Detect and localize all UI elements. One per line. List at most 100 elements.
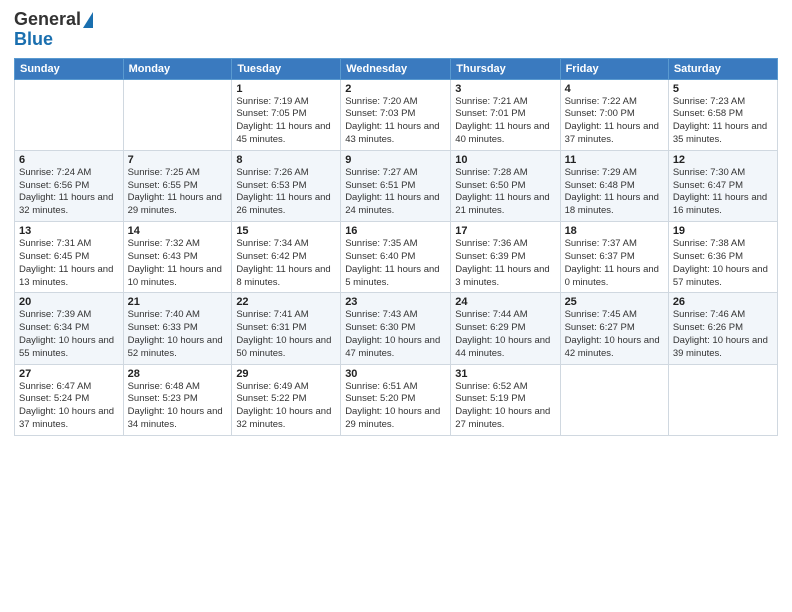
day-info: Sunrise: 7:44 AMSunset: 6:29 PMDaylight:… <box>455 309 555 360</box>
calendar-cell: 9Sunrise: 7:27 AMSunset: 6:51 PMDaylight… <box>341 150 451 221</box>
calendar-cell: 26Sunrise: 7:46 AMSunset: 6:26 PMDayligh… <box>668 293 777 364</box>
day-number: 4 <box>565 83 664 95</box>
calendar-cell: 5Sunrise: 7:23 AMSunset: 6:58 PMDaylight… <box>668 79 777 150</box>
calendar-cell: 11Sunrise: 7:29 AMSunset: 6:48 PMDayligh… <box>560 150 668 221</box>
day-info: Sunrise: 7:45 AMSunset: 6:27 PMDaylight:… <box>565 309 664 360</box>
day-number: 5 <box>673 83 773 95</box>
week-row-4: 27Sunrise: 6:47 AMSunset: 5:24 PMDayligh… <box>15 364 778 435</box>
day-number: 6 <box>19 154 119 166</box>
day-number: 7 <box>128 154 228 166</box>
day-info: Sunrise: 7:46 AMSunset: 6:26 PMDaylight:… <box>673 309 773 360</box>
calendar-cell: 27Sunrise: 6:47 AMSunset: 5:24 PMDayligh… <box>15 364 124 435</box>
calendar-cell: 23Sunrise: 7:43 AMSunset: 6:30 PMDayligh… <box>341 293 451 364</box>
calendar-cell: 6Sunrise: 7:24 AMSunset: 6:56 PMDaylight… <box>15 150 124 221</box>
day-number: 23 <box>345 296 446 308</box>
day-number: 10 <box>455 154 555 166</box>
day-info: Sunrise: 7:23 AMSunset: 6:58 PMDaylight:… <box>673 96 773 147</box>
day-number: 19 <box>673 225 773 237</box>
day-number: 18 <box>565 225 664 237</box>
week-row-3: 20Sunrise: 7:39 AMSunset: 6:34 PMDayligh… <box>15 293 778 364</box>
weekday-header-saturday: Saturday <box>668 58 777 79</box>
weekday-header-monday: Monday <box>123 58 232 79</box>
day-number: 20 <box>19 296 119 308</box>
day-info: Sunrise: 7:26 AMSunset: 6:53 PMDaylight:… <box>236 167 336 218</box>
calendar-cell: 21Sunrise: 7:40 AMSunset: 6:33 PMDayligh… <box>123 293 232 364</box>
calendar-cell: 25Sunrise: 7:45 AMSunset: 6:27 PMDayligh… <box>560 293 668 364</box>
calendar-cell: 15Sunrise: 7:34 AMSunset: 6:42 PMDayligh… <box>232 222 341 293</box>
day-number: 22 <box>236 296 336 308</box>
calendar-cell: 31Sunrise: 6:52 AMSunset: 5:19 PMDayligh… <box>451 364 560 435</box>
day-info: Sunrise: 7:20 AMSunset: 7:03 PMDaylight:… <box>345 96 446 147</box>
week-row-1: 6Sunrise: 7:24 AMSunset: 6:56 PMDaylight… <box>15 150 778 221</box>
day-info: Sunrise: 6:51 AMSunset: 5:20 PMDaylight:… <box>345 381 446 432</box>
calendar-cell: 8Sunrise: 7:26 AMSunset: 6:53 PMDaylight… <box>232 150 341 221</box>
day-info: Sunrise: 7:19 AMSunset: 7:05 PMDaylight:… <box>236 96 336 147</box>
day-info: Sunrise: 7:24 AMSunset: 6:56 PMDaylight:… <box>19 167 119 218</box>
day-info: Sunrise: 7:36 AMSunset: 6:39 PMDaylight:… <box>455 238 555 289</box>
day-info: Sunrise: 6:52 AMSunset: 5:19 PMDaylight:… <box>455 381 555 432</box>
day-number: 28 <box>128 368 228 380</box>
day-number: 12 <box>673 154 773 166</box>
day-number: 31 <box>455 368 555 380</box>
day-number: 27 <box>19 368 119 380</box>
day-number: 3 <box>455 83 555 95</box>
day-number: 1 <box>236 83 336 95</box>
day-info: Sunrise: 7:22 AMSunset: 7:00 PMDaylight:… <box>565 96 664 147</box>
calendar-cell: 30Sunrise: 6:51 AMSunset: 5:20 PMDayligh… <box>341 364 451 435</box>
day-number: 29 <box>236 368 336 380</box>
calendar-cell: 28Sunrise: 6:48 AMSunset: 5:23 PMDayligh… <box>123 364 232 435</box>
day-number: 25 <box>565 296 664 308</box>
day-number: 15 <box>236 225 336 237</box>
day-number: 24 <box>455 296 555 308</box>
calendar-cell <box>15 79 124 150</box>
day-number: 8 <box>236 154 336 166</box>
weekday-header-thursday: Thursday <box>451 58 560 79</box>
calendar-cell: 4Sunrise: 7:22 AMSunset: 7:00 PMDaylight… <box>560 79 668 150</box>
day-number: 21 <box>128 296 228 308</box>
day-number: 2 <box>345 83 446 95</box>
calendar-cell: 2Sunrise: 7:20 AMSunset: 7:03 PMDaylight… <box>341 79 451 150</box>
logo-triangle-icon <box>83 12 93 28</box>
calendar-cell <box>560 364 668 435</box>
day-info: Sunrise: 7:29 AMSunset: 6:48 PMDaylight:… <box>565 167 664 218</box>
calendar-cell: 20Sunrise: 7:39 AMSunset: 6:34 PMDayligh… <box>15 293 124 364</box>
calendar-cell: 18Sunrise: 7:37 AMSunset: 6:37 PMDayligh… <box>560 222 668 293</box>
calendar-cell: 17Sunrise: 7:36 AMSunset: 6:39 PMDayligh… <box>451 222 560 293</box>
day-info: Sunrise: 7:40 AMSunset: 6:33 PMDaylight:… <box>128 309 228 360</box>
calendar-cell: 7Sunrise: 7:25 AMSunset: 6:55 PMDaylight… <box>123 150 232 221</box>
day-info: Sunrise: 7:32 AMSunset: 6:43 PMDaylight:… <box>128 238 228 289</box>
header: General Blue <box>14 10 778 50</box>
day-number: 9 <box>345 154 446 166</box>
day-info: Sunrise: 7:30 AMSunset: 6:47 PMDaylight:… <box>673 167 773 218</box>
calendar-cell: 1Sunrise: 7:19 AMSunset: 7:05 PMDaylight… <box>232 79 341 150</box>
day-info: Sunrise: 7:25 AMSunset: 6:55 PMDaylight:… <box>128 167 228 218</box>
calendar-cell: 14Sunrise: 7:32 AMSunset: 6:43 PMDayligh… <box>123 222 232 293</box>
calendar-cell: 3Sunrise: 7:21 AMSunset: 7:01 PMDaylight… <box>451 79 560 150</box>
logo-text-blue: Blue <box>14 30 53 50</box>
day-info: Sunrise: 6:48 AMSunset: 5:23 PMDaylight:… <box>128 381 228 432</box>
day-info: Sunrise: 7:41 AMSunset: 6:31 PMDaylight:… <box>236 309 336 360</box>
day-info: Sunrise: 7:35 AMSunset: 6:40 PMDaylight:… <box>345 238 446 289</box>
logo-text-general: General <box>14 10 81 30</box>
logo: General Blue <box>14 10 93 50</box>
calendar-cell: 16Sunrise: 7:35 AMSunset: 6:40 PMDayligh… <box>341 222 451 293</box>
week-row-2: 13Sunrise: 7:31 AMSunset: 6:45 PMDayligh… <box>15 222 778 293</box>
page: General Blue SundayMondayTuesdayWednesda… <box>0 0 792 612</box>
calendar-cell: 24Sunrise: 7:44 AMSunset: 6:29 PMDayligh… <box>451 293 560 364</box>
day-info: Sunrise: 7:28 AMSunset: 6:50 PMDaylight:… <box>455 167 555 218</box>
weekday-header-tuesday: Tuesday <box>232 58 341 79</box>
weekday-header-wednesday: Wednesday <box>341 58 451 79</box>
day-info: Sunrise: 7:38 AMSunset: 6:36 PMDaylight:… <box>673 238 773 289</box>
day-number: 13 <box>19 225 119 237</box>
day-number: 16 <box>345 225 446 237</box>
day-info: Sunrise: 7:27 AMSunset: 6:51 PMDaylight:… <box>345 167 446 218</box>
day-number: 17 <box>455 225 555 237</box>
calendar-cell <box>668 364 777 435</box>
weekday-header-friday: Friday <box>560 58 668 79</box>
calendar-cell: 10Sunrise: 7:28 AMSunset: 6:50 PMDayligh… <box>451 150 560 221</box>
day-info: Sunrise: 7:21 AMSunset: 7:01 PMDaylight:… <box>455 96 555 147</box>
day-info: Sunrise: 7:37 AMSunset: 6:37 PMDaylight:… <box>565 238 664 289</box>
day-number: 14 <box>128 225 228 237</box>
week-row-0: 1Sunrise: 7:19 AMSunset: 7:05 PMDaylight… <box>15 79 778 150</box>
day-number: 30 <box>345 368 446 380</box>
